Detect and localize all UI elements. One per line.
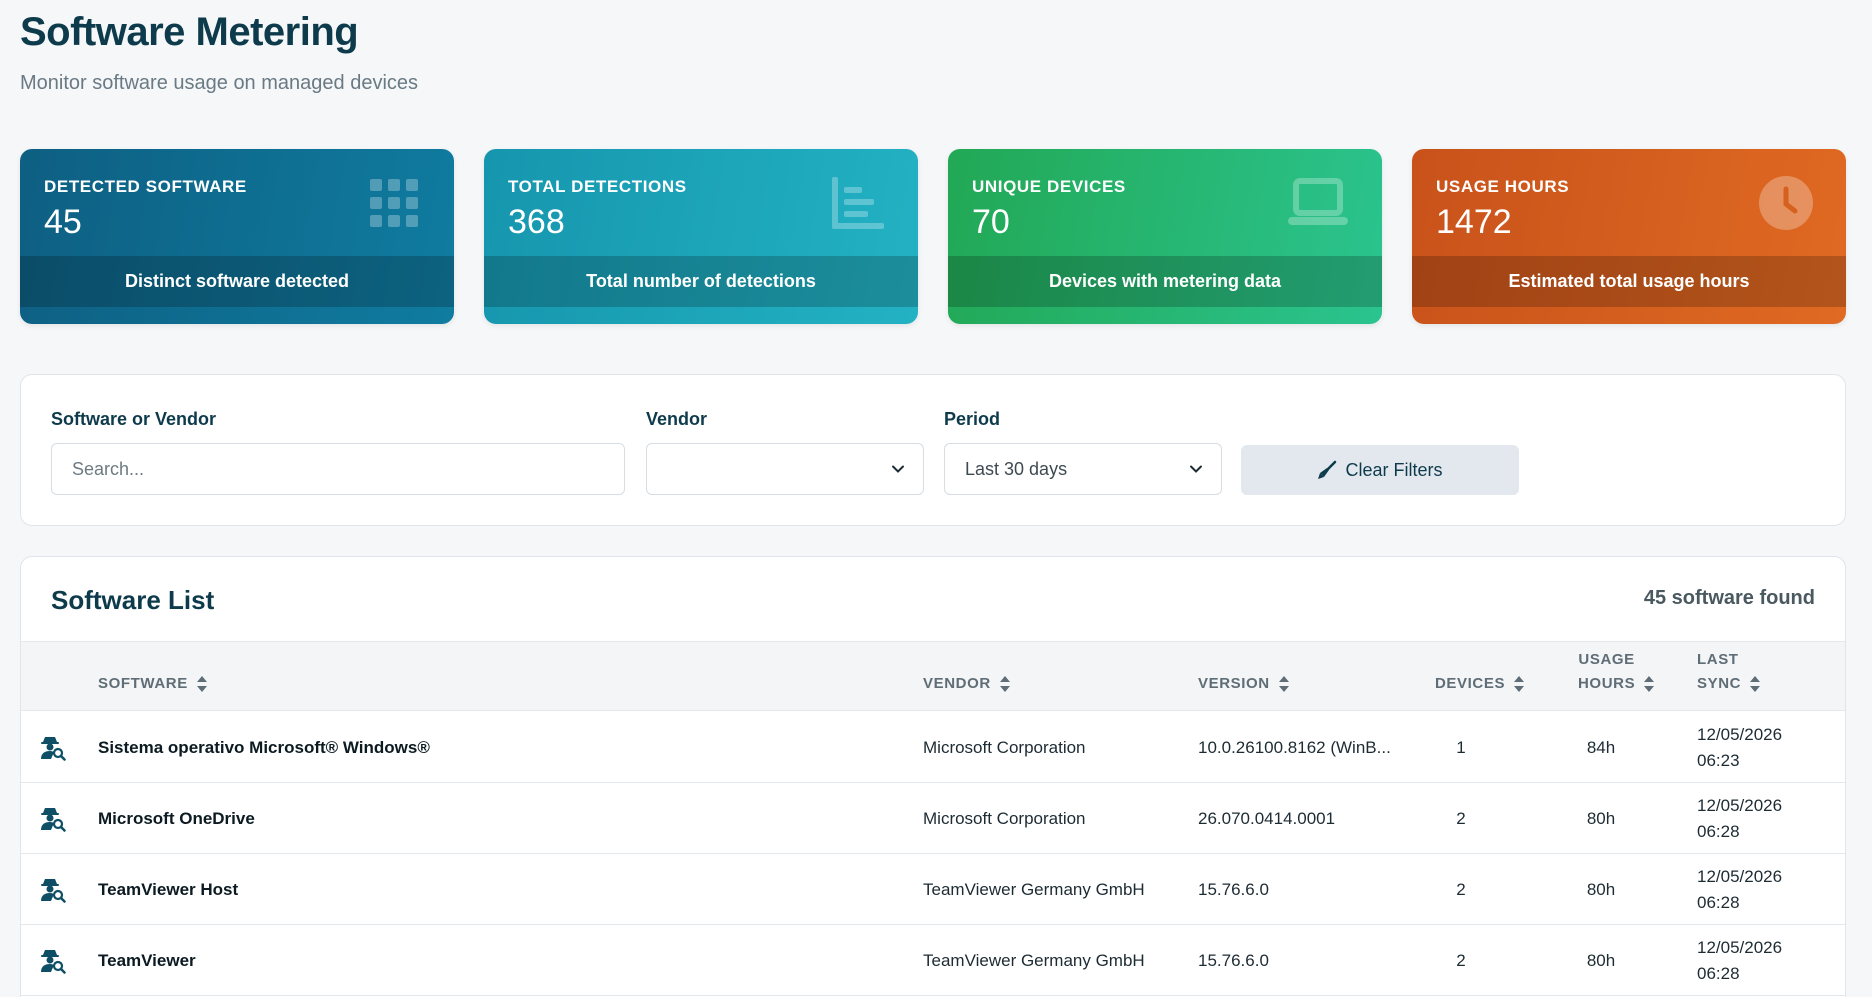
period-select[interactable]: Last 30 days	[944, 443, 1222, 495]
table-row[interactable]: TeamViewer Host TeamViewer Germany GmbH …	[21, 854, 1845, 925]
stat-value: 70	[972, 203, 1010, 241]
chart-list-icon	[832, 177, 884, 229]
chevron-down-icon	[892, 465, 904, 473]
column-header-last-sync[interactable]: LAST SYNC	[1697, 648, 1761, 696]
user-search-icon	[39, 806, 66, 832]
chevron-down-icon	[1190, 465, 1202, 473]
sort-icon	[1278, 676, 1289, 692]
period-select-value: Last 30 days	[965, 458, 1068, 479]
list-title: Software List	[51, 585, 215, 615]
laptop-icon	[1288, 178, 1348, 225]
stat-card-usage-hours: USAGE HOURS 1472 Estimated total usage h…	[1412, 149, 1846, 324]
table-row[interactable]: TeamViewer TeamViewer Germany GmbH 15.76…	[21, 925, 1845, 996]
sort-icon	[196, 676, 207, 692]
result-count: 45 software found	[1643, 587, 1815, 609]
stat-label: TOTAL DETECTIONS	[508, 177, 687, 196]
vendor-label: Vendor	[646, 409, 708, 429]
software-list-panel: Software List 45 software found SOFTWARE…	[20, 556, 1846, 997]
stat-value: 45	[44, 203, 82, 241]
clear-filters-label: Clear Filters	[1345, 459, 1443, 480]
stat-card-total-detections: TOTAL DETECTIONS 368 Total number of det…	[484, 149, 918, 324]
column-header-version[interactable]: VERSION	[1198, 672, 1290, 696]
sort-icon	[999, 676, 1010, 692]
user-search-icon	[39, 877, 66, 903]
stat-label: DETECTED SOFTWARE	[44, 177, 247, 196]
stat-value: 368	[508, 203, 565, 241]
column-header-vendor[interactable]: VENDOR	[923, 672, 1011, 696]
column-header-software[interactable]: SOFTWARE	[98, 672, 208, 696]
stat-cards: DETECTED SOFTWARE 45 Distinct software d…	[20, 149, 1846, 324]
stat-label: USAGE HOURS	[1436, 177, 1570, 196]
table-row[interactable]: Microsoft OneDrive Microsoft Corporation…	[21, 783, 1845, 854]
stat-card-unique-devices: UNIQUE DEVICES 70 Devices with metering …	[948, 149, 1382, 324]
stat-caption: Estimated total usage hours	[1412, 256, 1846, 307]
search-label: Software or Vendor	[51, 409, 217, 429]
stat-card-detected-software: DETECTED SOFTWARE 45 Distinct software d…	[20, 149, 454, 324]
user-search-icon	[39, 735, 66, 761]
stat-label: UNIQUE DEVICES	[972, 177, 1126, 196]
grid-icon	[370, 179, 418, 227]
stat-value: 1472	[1436, 203, 1512, 241]
stat-caption: Devices with metering data	[948, 256, 1382, 307]
stat-caption: Total number of detections	[484, 256, 918, 307]
search-input[interactable]: Search...	[51, 443, 625, 495]
stat-caption: Distinct software detected	[20, 256, 454, 307]
clock-icon	[1759, 176, 1813, 230]
sort-icon	[1750, 676, 1761, 692]
user-search-icon	[39, 948, 66, 974]
table-row[interactable]: Sistema operativo Microsoft® Windows® Mi…	[21, 712, 1845, 783]
period-label: Period	[944, 409, 1001, 429]
page-title: Software Metering	[20, 10, 359, 54]
clear-filters-button[interactable]: Clear Filters	[1241, 445, 1519, 495]
sort-icon	[1644, 676, 1655, 692]
table-header: SOFTWARE VENDOR VERSION DEVICES USAGE HO…	[21, 641, 1845, 711]
filters-panel: Software or Vendor Search... Vendor Peri…	[20, 374, 1846, 526]
column-header-usage-hours[interactable]: USAGE HOURS	[1578, 648, 1655, 696]
vendor-select[interactable]	[646, 443, 924, 495]
broom-icon	[1318, 460, 1337, 479]
column-header-devices[interactable]: DEVICES	[1435, 672, 1525, 696]
sort-icon	[1514, 676, 1525, 692]
page-subtitle: Monitor software usage on managed device…	[20, 72, 419, 94]
